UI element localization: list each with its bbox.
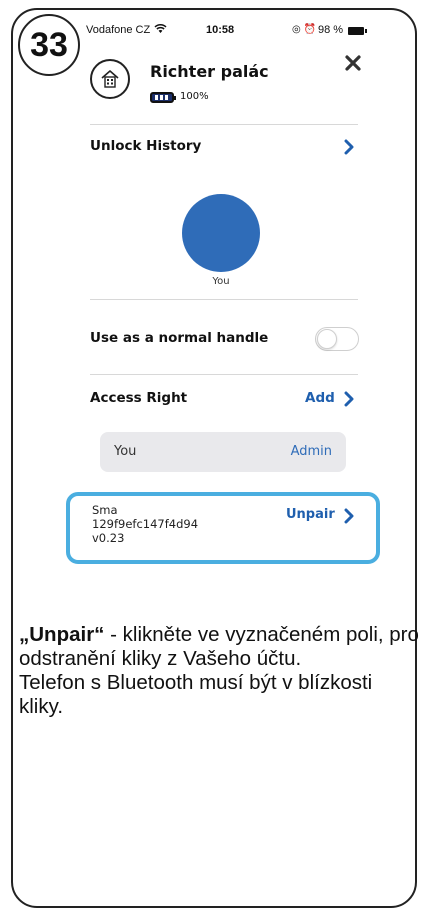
access-user-role: Admin xyxy=(290,444,332,459)
access-user-name: You xyxy=(114,444,137,459)
clock: 10:58 xyxy=(206,24,235,36)
device-name: Sma xyxy=(92,503,118,517)
add-access-button[interactable]: Add xyxy=(305,390,335,406)
unlock-history-label[interactable]: Unlock History xyxy=(90,138,201,154)
device-id: 129f9efc147f4d94 xyxy=(92,517,199,531)
divider xyxy=(90,124,358,125)
normal-handle-toggle[interactable] xyxy=(315,327,359,351)
add-access-chevron-icon[interactable] xyxy=(343,391,357,407)
close-icon xyxy=(345,55,361,71)
unpair-chevron-icon[interactable] xyxy=(343,508,357,524)
battery-icon xyxy=(348,27,367,35)
access-user-row[interactable]: You Admin xyxy=(100,432,346,472)
normal-handle-label: Use as a normal handle xyxy=(90,330,269,346)
divider xyxy=(90,299,358,300)
unlock-history-chevron-icon[interactable] xyxy=(343,139,357,155)
building-icon xyxy=(90,59,130,99)
device-info: Sma 129f9efc147f4d94 v0.23 xyxy=(92,503,198,545)
toggle-knob xyxy=(317,329,337,349)
carrier-name: Vodafone CZ xyxy=(86,24,151,36)
status-bar: Vodafone CZ 10:58 ◎ ⏰ 98 % xyxy=(86,23,376,40)
step-number-badge: 33 xyxy=(18,14,80,76)
battery-percent: 98 % xyxy=(318,24,344,36)
avatar[interactable] xyxy=(182,194,260,272)
wifi-icon xyxy=(154,23,167,37)
instruction-highlight: „Unpair“ xyxy=(19,623,105,646)
device-version: v0.23 xyxy=(92,531,125,545)
unpair-button[interactable]: Unpair xyxy=(286,507,335,522)
access-right-label: Access Right xyxy=(90,390,188,406)
divider xyxy=(90,374,358,375)
close-button[interactable] xyxy=(340,50,366,76)
lock-name: Richter palác xyxy=(150,62,269,81)
instruction-line-2: Telefon s Bluetooth musí být v blízkosti… xyxy=(19,671,373,718)
instruction-text: „Unpair“ - klikněte ve vyznačeném poli, … xyxy=(19,623,421,719)
lock-battery-level: 100% xyxy=(180,91,209,102)
battery-icon xyxy=(150,92,176,103)
alarm-icon: ◎ ⏰ xyxy=(292,24,316,35)
avatar-label: You xyxy=(212,276,230,287)
